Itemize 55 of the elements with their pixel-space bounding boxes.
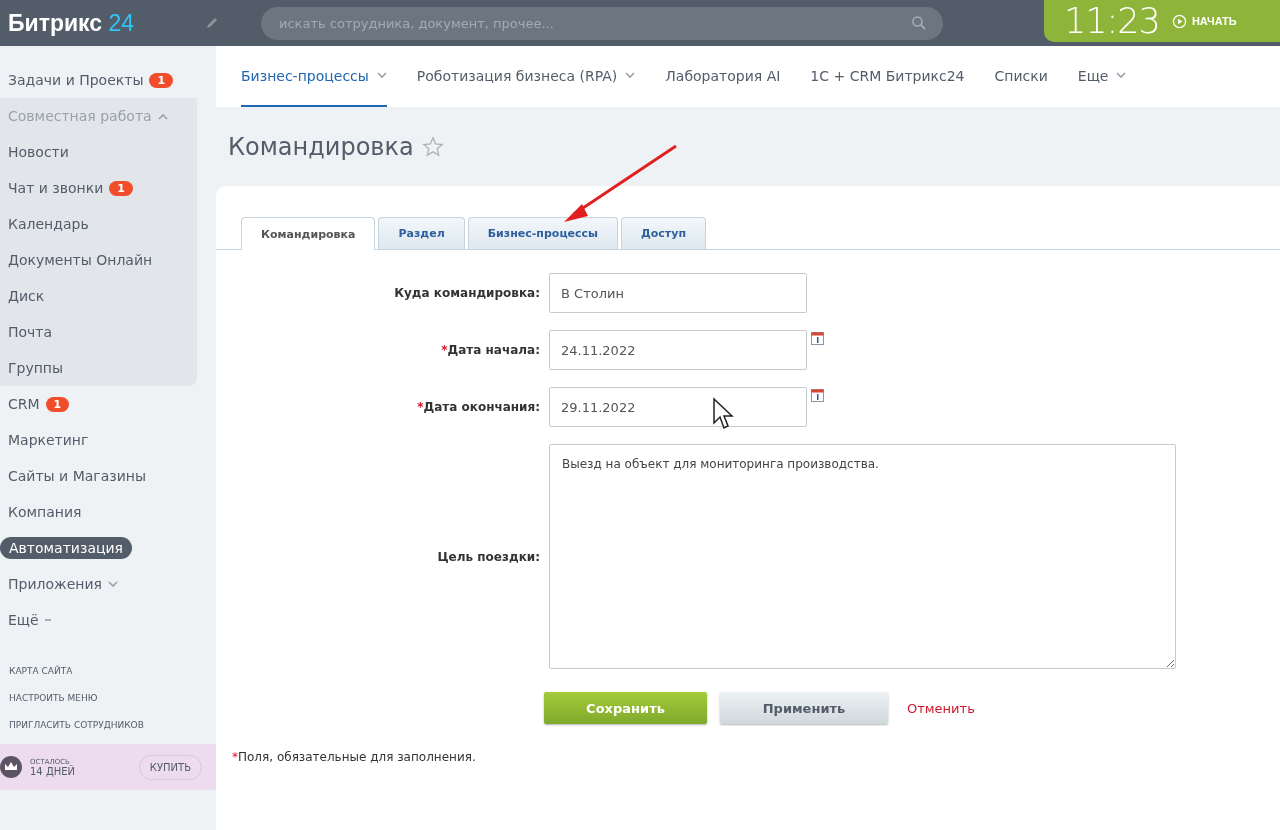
calendar-icon[interactable] <box>811 389 824 402</box>
sidebar-item[interactable]: Чат и звонки <box>8 180 104 196</box>
sidebar-item[interactable]: Автоматизация <box>0 537 133 559</box>
sidebar-item[interactable]: Компания <box>8 504 82 520</box>
nav-tab[interactable]: Роботизация бизнеса (RPA) <box>416 46 636 107</box>
cancel-link[interactable]: Отменить <box>907 700 975 716</box>
search-icon <box>911 14 927 31</box>
trial-days: 14 ДНЕЙ <box>30 765 76 777</box>
nav-tab[interactable]: 1С + CRM Битрикс24 <box>810 46 965 107</box>
clock-time: 11:23 <box>1064 1 1160 41</box>
dash-icon <box>44 619 51 621</box>
sidebar-item[interactable]: Приложения <box>8 576 102 592</box>
tab[interactable]: Доступ <box>621 217 706 249</box>
star-icon[interactable] <box>421 135 444 158</box>
nav-tab[interactable]: Еще <box>1077 46 1127 107</box>
sidebar-item[interactable]: Календарь <box>8 216 89 232</box>
footer-link[interactable]: КАРТА САЙТА <box>9 666 216 676</box>
logo[interactable]: Битрикс 24 <box>0 9 205 37</box>
field-label: *Дата окончания: <box>416 400 540 414</box>
sidebar-item[interactable]: Новости <box>8 144 69 160</box>
field-label: Куда командировка: <box>393 286 540 300</box>
tab[interactable]: Бизнес-процессы <box>467 217 618 249</box>
counter-badge: 1 <box>149 72 174 88</box>
sidebar-item[interactable]: Задачи и Проекты <box>8 72 144 88</box>
sidebar-item[interactable]: Диск <box>8 288 45 304</box>
date-field[interactable]: 24.11.2022 <box>549 330 807 370</box>
nav-tab[interactable]: Списки <box>994 46 1048 107</box>
date-field[interactable]: 29.11.2022 <box>549 387 807 427</box>
sidebar-item[interactable]: Маркетинг <box>8 432 89 448</box>
page-title: Командировка <box>228 132 414 161</box>
nav-tab[interactable]: Лаборатория AI <box>665 46 781 107</box>
counter-badge: 1 <box>45 396 70 412</box>
tab[interactable]: Раздел <box>378 217 465 249</box>
sidebar-item[interactable]: Документы Онлайн <box>8 252 153 268</box>
play-icon <box>1171 13 1187 29</box>
sidebar-item[interactable]: Сайты и Магазины <box>8 468 146 484</box>
crown-icon <box>0 756 22 778</box>
chevron-icon <box>107 580 118 588</box>
sidebar-item[interactable]: Почта <box>8 324 53 340</box>
sidebar-item[interactable]: Ещё <box>8 612 39 628</box>
input-field[interactable]: В Столин <box>549 273 807 313</box>
apply-button[interactable]: Применить <box>720 692 888 724</box>
text-area[interactable]: Выезд на объект для мониторинга производства. <box>549 444 1176 669</box>
sidebar-item[interactable]: Группы <box>8 360 64 376</box>
footer-link[interactable]: ПРИГЛАСИТЬ СОТРУДНИКОВ <box>9 720 216 730</box>
mouse-cursor-icon <box>712 397 736 431</box>
counter-badge: 1 <box>109 180 133 196</box>
nav-tab[interactable]: Бизнес-процессы <box>241 46 387 107</box>
sidebar-item[interactable]: CRM <box>8 396 40 412</box>
field-label: Цель поездки: <box>436 549 540 564</box>
tab[interactable]: Командировка <box>241 217 376 250</box>
calendar-icon[interactable] <box>811 332 824 345</box>
field-label: *Дата начала: <box>440 343 540 357</box>
footer-link[interactable]: НАСТРОИТЬ МЕНЮ <box>9 693 216 703</box>
required-fields-note: *Поля, обязательные для заполнения. <box>232 750 477 764</box>
